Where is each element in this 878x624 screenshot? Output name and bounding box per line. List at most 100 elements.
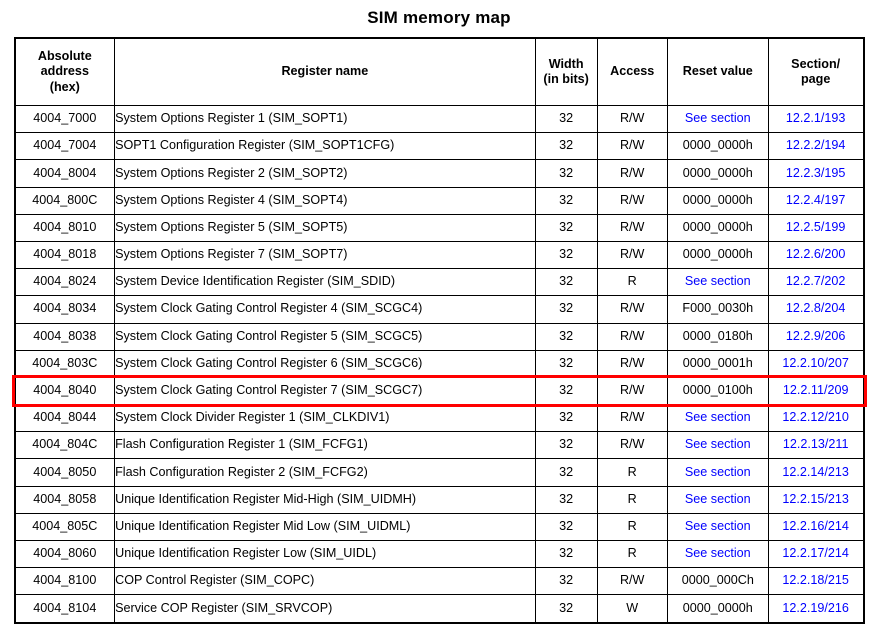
cell-register-name-text: Unique Identification Register Low (SIM_… [115,546,377,561]
cell-section-page-text[interactable]: 12.2.15/213 [782,492,849,506]
cell-register-name-text: System Clock Gating Control Register 4 (… [115,301,423,316]
cell-section-page-text[interactable]: 12.2.19/216 [782,601,849,615]
cell-absolute-address: 4004_800C [13,186,116,215]
cell-reset-value-text[interactable]: See section [685,437,751,451]
table-row[interactable]: 4004_805C Unique Identification Register … [13,512,865,542]
cell-access: R [596,512,668,542]
cell-section-page-text[interactable]: 12.2.5/199 [786,220,846,234]
header-line-1: Width [548,56,584,71]
cell-absolute-address-text: 4004_8018 [33,247,97,262]
cell-section-page-text[interactable]: 12.2.7/202 [786,274,846,288]
table-row[interactable]: 4004_8050 Flash Configuration Register 2 … [13,458,865,487]
cell-reset-value[interactable]: See section [666,104,769,134]
cell-width: 32 [534,104,598,134]
cell-register-name-text: Unique Identification Register Mid Low (… [115,518,411,533]
cell-reset-value[interactable]: See section [666,268,769,297]
cell-reset-value[interactable]: See section [666,458,769,487]
cell-access-text: R [627,518,637,533]
table-row[interactable]: 4004_803C System Clock Gating Control Reg… [13,349,865,378]
column-header-width: Width (in bits) [534,37,598,106]
table-row[interactable]: 4004_800C System Options Register 4 (SIM_… [13,186,865,215]
cell-section-page-text[interactable]: 12.2.1/193 [786,111,846,125]
table-row[interactable]: 4004_8010 System Options Register 5 (SIM_… [13,213,865,242]
header-line-1: Section/ [791,56,841,71]
cell-reset-value-text[interactable]: See section [685,111,751,125]
cell-section-page-text[interactable]: 12.2.18/215 [782,573,849,587]
cell-section-page-text[interactable]: 12.2.10/207 [782,356,849,370]
cell-section-page[interactable]: 12.2.13/211 [767,431,865,460]
cell-section-page[interactable]: 12.2.15/213 [767,485,865,514]
table-row[interactable]: 4004_804C Flash Configuration Register 1 … [13,431,865,460]
cell-width-text: 32 [559,546,574,561]
cell-section-page-text[interactable]: 12.2.4/197 [786,193,846,207]
header-line-2: (in bits) [543,72,589,86]
cell-reset-value: 0000_0000h [666,594,769,624]
cell-reset-value-text[interactable]: See section [685,546,751,560]
cell-section-page[interactable]: 12.2.9/206 [767,322,865,351]
table-row[interactable]: 4004_8058 Unique Identification Register … [13,485,865,514]
cell-reset-value-text[interactable]: See section [685,492,751,506]
cell-section-page-text[interactable]: 12.2.2/194 [786,138,846,152]
cell-reset-value[interactable]: See section [666,404,769,433]
cell-register-name-text: System Device Identification Register (S… [115,274,396,289]
cell-section-page-text[interactable]: 12.2.8/204 [786,301,846,316]
cell-absolute-address: 4004_8044 [13,404,116,433]
table-row[interactable]: 4004_8034 System Clock Gating Control Reg… [13,295,865,324]
cell-section-page-text[interactable]: 12.2.13/211 [783,437,849,451]
cell-reset-value[interactable]: See section [666,485,769,514]
table-row[interactable]: 4004_8040 System Clock Gating Control Reg… [13,376,865,406]
cell-register-name: System Options Register 4 (SIM_SOPT4) [114,186,536,215]
cell-section-page[interactable]: 12.2.17/214 [767,539,865,569]
table-row[interactable]: 4004_8044 System Clock Divider Register 1… [13,404,865,433]
cell-reset-value: 0000_0000h [666,240,769,270]
cell-access: R/W [596,132,668,161]
table-row[interactable]: 4004_8060 Unique Identification Register … [13,539,865,569]
cell-absolute-address-text: 4004_8104 [33,600,97,615]
cell-reset-value-text[interactable]: See section [685,519,751,533]
table-row[interactable]: 4004_7004 SOPT1 Configuration Register (S… [13,132,865,161]
cell-section-page-text[interactable]: 12.2.6/200 [786,247,846,261]
cell-absolute-address-text: 4004_803C [32,355,98,370]
cell-section-page-text[interactable]: 12.2.9/206 [786,329,846,343]
cell-section-page[interactable]: 12.2.14/213 [767,458,865,487]
cell-width-text: 32 [559,573,574,588]
cell-section-page[interactable]: 12.2.4/197 [767,186,865,215]
cell-reset-value-text[interactable]: See section [685,410,751,424]
cell-section-page-text[interactable]: 12.2.16/214 [782,519,849,533]
cell-section-page-text[interactable]: 12.2.17/214 [782,546,849,560]
cell-width: 32 [534,132,598,161]
table-row[interactable]: 4004_8018 System Options Register 7 (SIM_… [13,240,865,270]
cell-access-text: R/W [619,301,645,316]
table-row[interactable]: 4004_8038 System Clock Gating Control Reg… [13,322,865,351]
cell-section-page[interactable]: 12.2.18/215 [767,567,865,596]
cell-section-page[interactable]: 12.2.3/195 [767,159,865,188]
cell-section-page[interactable]: 12.2.1/193 [767,104,865,134]
cell-reset-value[interactable]: See section [666,512,769,542]
cell-section-page[interactable]: 12.2.7/202 [767,268,865,297]
cell-section-page[interactable]: 12.2.6/200 [767,240,865,270]
table-row[interactable]: 4004_8100 COP Control Register (SIM_COPC)… [13,567,865,596]
cell-section-page[interactable]: 12.2.11/209 [767,376,865,406]
cell-reset-value-text[interactable]: See section [685,274,751,288]
cell-section-page[interactable]: 12.2.5/199 [767,213,865,242]
cell-section-page[interactable]: 12.2.10/207 [767,349,865,378]
table-row[interactable]: 4004_8024 System Device Identification Re… [13,268,865,297]
cell-reset-value[interactable]: See section [666,539,769,569]
cell-section-page-text[interactable]: 12.2.11/209 [783,383,849,397]
table-row[interactable]: 4004_8104 Service COP Register (SIM_SRVCO… [13,594,865,624]
cell-section-page[interactable]: 12.2.16/214 [767,512,865,542]
cell-width: 32 [534,567,598,596]
cell-absolute-address-text: 4004_805C [32,518,98,533]
cell-section-page-text[interactable]: 12.2.3/195 [786,166,846,180]
cell-section-page[interactable]: 12.2.8/204 [767,295,865,324]
cell-width-text: 32 [559,464,574,479]
cell-reset-value[interactable]: See section [666,431,769,460]
cell-reset-value-text[interactable]: See section [685,465,751,479]
cell-section-page-text[interactable]: 12.2.14/213 [782,465,849,479]
cell-section-page[interactable]: 12.2.19/216 [767,594,865,624]
table-row[interactable]: 4004_7000 System Options Register 1 (SIM_… [13,104,865,134]
cell-section-page[interactable]: 12.2.12/210 [767,404,865,433]
cell-section-page[interactable]: 12.2.2/194 [767,132,865,161]
cell-section-page-text[interactable]: 12.2.12/210 [782,410,849,424]
table-row[interactable]: 4004_8004 System Options Register 2 (SIM_… [13,159,865,188]
